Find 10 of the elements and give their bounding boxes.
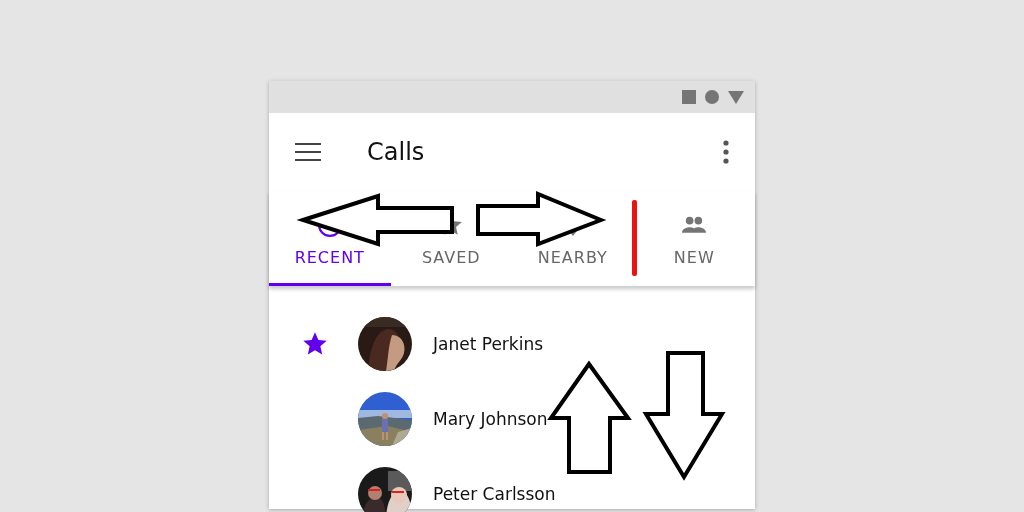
menu-icon[interactable]: [295, 143, 321, 161]
more-icon[interactable]: [723, 140, 729, 164]
contact-name[interactable]: Mary Johnson: [433, 408, 548, 429]
tab[interactable]: NEW: [633, 191, 755, 286]
square-icon: [682, 90, 696, 104]
contact-name[interactable]: Peter Carlsson: [433, 483, 556, 504]
triangle-icon: [728, 90, 744, 104]
contact-name[interactable]: Janet Perkins: [433, 333, 544, 354]
app-title: Calls: [367, 138, 426, 166]
circle-icon: [705, 90, 719, 104]
